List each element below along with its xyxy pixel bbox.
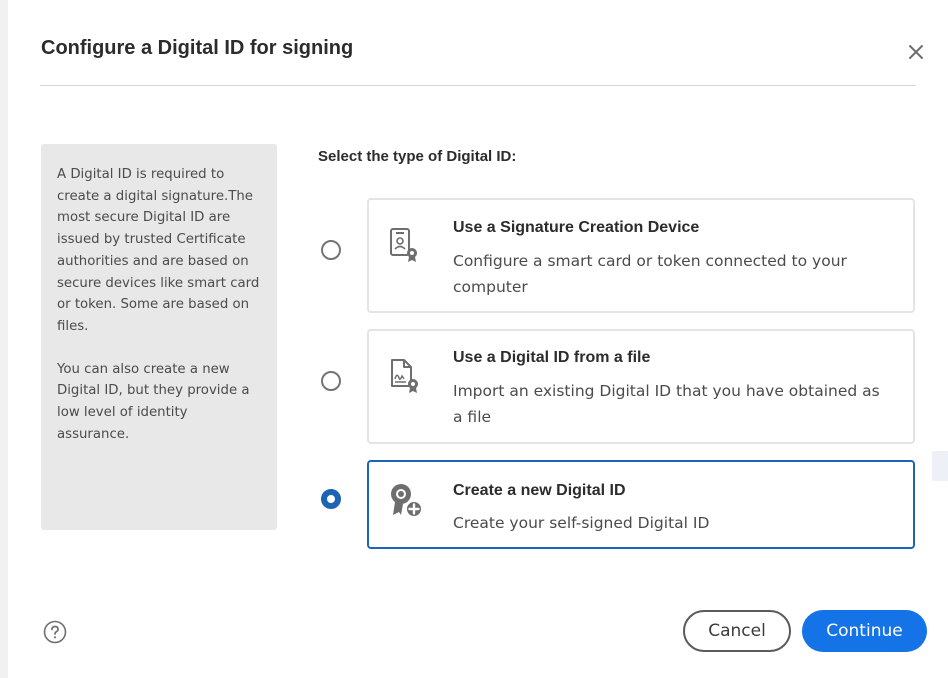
- select-type-label: Select the type of Digital ID:: [318, 148, 517, 165]
- option-description: Import an existing Digital ID that you h…: [453, 382, 880, 426]
- radio-create-digital-id[interactable]: [321, 489, 341, 509]
- option-description: Create your self-signed Digital ID: [453, 514, 710, 532]
- dialog-title: Configure a Digital ID for signing: [41, 37, 354, 59]
- option-title: Use a Digital ID from a file: [453, 349, 651, 366]
- create-digital-id-icon: [391, 484, 423, 518]
- option-signature-creation-device[interactable]: Use a Signature Creation Device Configur…: [367, 198, 915, 313]
- option-create-new-digital-id[interactable]: Create a new Digital ID Create your self…: [367, 460, 915, 549]
- option-description: Configure a smart card or token connecte…: [453, 252, 847, 296]
- header-divider: [40, 85, 916, 86]
- info-paragraph-2: You can also create a new Digital ID, bu…: [57, 361, 250, 442]
- info-paragraph-1: A Digital ID is required to create a dig…: [57, 167, 260, 334]
- info-panel: A Digital ID is required to create a dig…: [41, 144, 277, 530]
- help-icon[interactable]: [43, 620, 67, 644]
- option-title: Create a new Digital ID: [453, 482, 626, 499]
- continue-button[interactable]: Continue: [802, 610, 927, 652]
- scrollbar-track[interactable]: [932, 451, 948, 481]
- radio-signature-device[interactable]: [321, 240, 341, 260]
- close-icon[interactable]: [904, 40, 928, 64]
- configure-digital-id-dialog: Configure a Digital ID for signing A Dig…: [8, 0, 948, 678]
- cancel-button[interactable]: Cancel: [683, 610, 791, 652]
- option-digital-id-from-file[interactable]: Use a Digital ID from a file Import an e…: [367, 329, 915, 444]
- signature-device-icon: [390, 228, 417, 262]
- digital-id-file-icon: [391, 359, 418, 393]
- radio-digital-id-file[interactable]: [321, 371, 341, 391]
- option-title: Use a Signature Creation Device: [453, 219, 700, 236]
